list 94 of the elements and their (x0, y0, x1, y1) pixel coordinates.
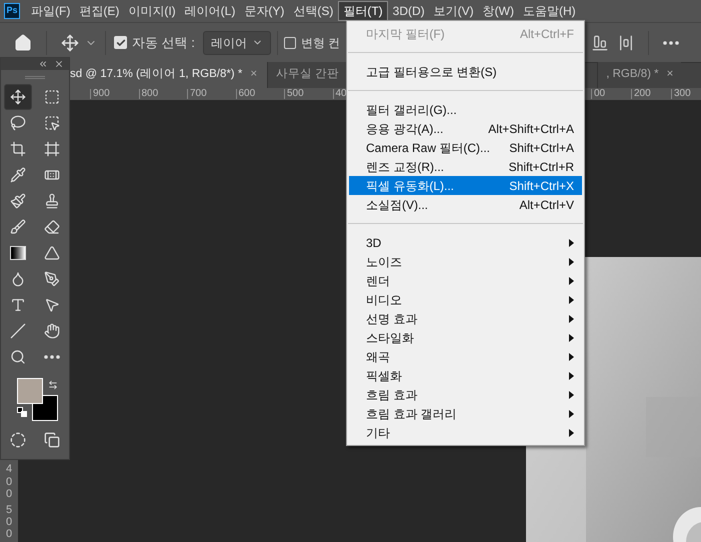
type-icon (10, 297, 26, 313)
collapse-icon[interactable] (38, 59, 48, 69)
dashed-square-pointer-icon (44, 115, 60, 131)
quick-mask-icon[interactable] (10, 432, 26, 448)
submenu-arrow-icon (569, 296, 574, 304)
menu-option[interactable]: 픽셀화 (349, 366, 582, 385)
more-icon (44, 355, 60, 359)
menu-item[interactable]: 창(W) (478, 1, 518, 21)
ruler-label: 800 (138, 89, 187, 99)
menu-option[interactable]: 기타 (349, 423, 582, 442)
default-colors-icon[interactable] (17, 407, 27, 417)
submenu-arrow-icon (569, 428, 574, 436)
gradient-icon (10, 246, 26, 260)
menu-option[interactable]: 비디오 (349, 290, 582, 309)
transform-controls-label: 변형 컨 (300, 34, 340, 52)
checkbox[interactable] (114, 36, 127, 49)
color-swatches-drawing[interactable] (17, 378, 58, 421)
menu-item[interactable]: 필터(T) (338, 1, 388, 21)
move-icon[interactable] (61, 34, 79, 52)
menu-item[interactable]: 3D(D) (388, 1, 429, 21)
menu-option[interactable]: 픽셀 유동화(L)... Shift+Ctrl+X (349, 176, 582, 195)
document-tab[interactable]: sd @ 17.1% (레이어 1, RGB/8*) * × (70, 62, 268, 88)
submenu-arrow-icon (569, 238, 574, 246)
triangle-icon (44, 245, 60, 261)
ruler-label: 500 (4, 504, 14, 540)
app-logo: Ps (4, 3, 20, 19)
submenu-arrow-icon (569, 352, 574, 360)
ruler-label: 600 (236, 89, 284, 99)
submenu-arrow-icon (569, 258, 574, 266)
menu-option[interactable]: 왜곡 (349, 347, 582, 366)
zoom-icon (10, 349, 26, 365)
menu-item[interactable]: 문자(Y) (240, 1, 288, 21)
layer-dropdown[interactable]: 레이어 (202, 30, 271, 54)
check-icon (116, 38, 126, 48)
document-tab[interactable]: , RGB/8) * × (597, 62, 682, 88)
menu-item[interactable]: 도움말(H) (518, 1, 580, 21)
stamp-icon (44, 193, 60, 209)
eraser-icon (44, 219, 60, 235)
menu-option[interactable]: 흐림 효과 (349, 385, 582, 404)
menu-option[interactable]: 스타일화 (349, 328, 582, 347)
submenu-arrow-icon (569, 334, 574, 342)
menu-option[interactable]: 노이즈 (349, 252, 582, 271)
menu-option[interactable]: 필터 갤러리(G)... (349, 100, 582, 119)
close-icon[interactable]: × (666, 66, 674, 84)
auto-select-label: 자동 선택 : (132, 34, 195, 52)
menu-option[interactable]: 흐림 효과 갤러리 (349, 404, 582, 423)
eyedropper-icon (10, 167, 26, 183)
menu-item[interactable]: 편집(E) (75, 1, 124, 21)
close-icon[interactable] (54, 59, 64, 69)
menu-option[interactable]: Camera Raw 필터(C)... Shift+Ctrl+A (349, 138, 582, 157)
crop-icon (10, 141, 26, 157)
menu-item[interactable]: 이미지(I) (124, 1, 180, 21)
submenu-arrow-icon (569, 314, 574, 322)
frame-icon (44, 141, 60, 157)
pointer-icon (44, 297, 60, 313)
menu-option[interactable]: 렌즈 교정(R)... Shift+Ctrl+R (349, 157, 582, 176)
menu-option[interactable]: 3D (349, 233, 582, 252)
submenu-arrow-icon (569, 372, 574, 380)
dashed-square-icon (44, 89, 60, 105)
move-icon (10, 89, 26, 105)
hand-icon (44, 323, 60, 339)
menu-item[interactable]: 보기(V) (430, 1, 478, 21)
submenu-arrow-icon (569, 276, 574, 284)
pen-icon (44, 271, 60, 287)
align-center-icon[interactable] (618, 34, 634, 50)
menu-item[interactable]: 선택(S) (289, 1, 338, 21)
ruler-label: 200 (631, 89, 671, 99)
menu-item[interactable]: 파일(F) (27, 1, 74, 21)
ruler-label: 900 (90, 89, 138, 99)
more-icon[interactable] (663, 40, 680, 44)
ruler-label: 400 (4, 463, 14, 500)
brush-icon (10, 193, 26, 209)
submenu-arrow-icon (569, 410, 574, 418)
menu-item[interactable]: 레이어(L) (180, 1, 240, 21)
menu-option[interactable]: 소실점(V)... Alt+Ctrl+V (349, 195, 582, 214)
checkbox[interactable] (284, 36, 296, 48)
menu-option[interactable]: 고급 필터용으로 변환(S) (349, 62, 582, 81)
droplet-icon (10, 271, 26, 287)
ruler-label: 00 (591, 89, 631, 99)
home-icon[interactable] (14, 34, 32, 52)
line-icon (10, 323, 26, 339)
screen-mode-icon[interactable] (44, 432, 60, 448)
brush-icon (10, 219, 26, 235)
submenu-arrow-icon (569, 390, 574, 398)
menu-option[interactable]: 선명 효과 (349, 309, 582, 328)
document-tab[interactable]: 사무실 간판 (267, 62, 348, 88)
menu-option[interactable]: 응용 광각(A)... Alt+Shift+Ctrl+A (349, 119, 582, 138)
menu-option[interactable]: 렌더 (349, 271, 582, 290)
lasso-icon (10, 115, 26, 131)
ruler-label: 300 (671, 89, 701, 99)
ruler-label: 700 (187, 89, 236, 99)
swap-colors-icon[interactable] (48, 380, 58, 390)
align-bottom-icon[interactable] (592, 34, 608, 50)
ruler-label: 500 (284, 89, 332, 99)
